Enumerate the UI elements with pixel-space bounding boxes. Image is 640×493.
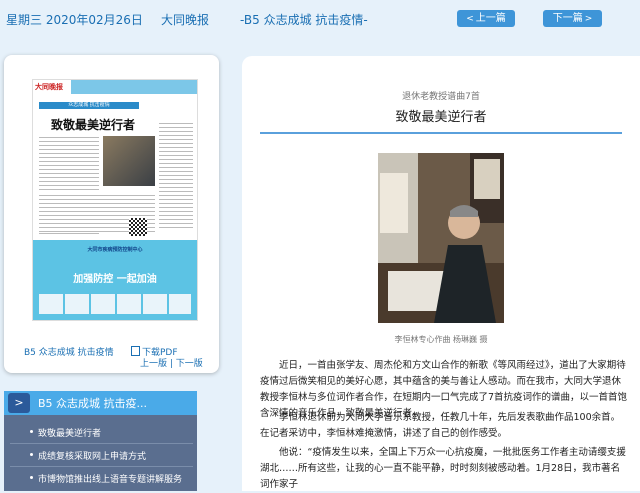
top-bar: 星期三 2020年02月26日 大同晚报 -B5 众志成城 抗击疫情- < 上一篇… [0,0,640,38]
photo-caption: 李恒林专心作曲 杨琳巍 摄 [394,335,488,344]
page-thumbnail-card: 大同晚报 众志成城 抗击疫情 致敬最美逆行者 大同市疾病预防控制中心 加强防控 … [4,55,219,373]
newspaper-name: 大同晚报 [161,13,210,27]
chevron-right-icon: > [8,393,30,413]
qr-code-icon [129,218,147,236]
paper-section-tag: 众志成城 抗击疫情 [39,102,139,109]
paper-logo: 大同晚报 [35,83,63,91]
article-list-header: > B5 众志成城 抗击疫... [4,391,197,415]
article-list-title: B5 众志成城 抗击疫... [38,397,148,410]
list-item[interactable]: 致敬最美逆行者 [29,426,101,439]
prev-article-button[interactable]: < 上一篇 [457,10,515,27]
pdf-icon [131,346,140,356]
article-title: 致敬最美逆行者 [395,110,487,125]
composer-photo-illustration [378,153,504,323]
paper-text-block [159,120,193,230]
list-item[interactable]: 市博物馆推出线上语音专题讲解服务 [29,472,182,485]
paper-photo [103,136,155,186]
article-kicker: 退休老教授谱曲7首 [402,92,480,102]
section-title: -B5 众志成城 抗击疫情- [240,13,368,27]
paper-headline: 致敬最美逆行者 [51,118,136,132]
list-divider [10,443,193,444]
article-paragraph: 他说：“疫情发生以来，全国上下万众一心抗疫魔，一批批医务工作者主动请缨支援湖北…… [260,447,626,490]
article-photo [378,153,504,323]
date-text: 星期三 2020年02月26日 [6,13,143,27]
article-paragraph: 李恒林退休前为大同大学音乐系教授，任教几十年，先后发表歌曲作品100余首。在记者… [260,412,621,439]
list-item[interactable]: 成绩复核采取网上申请方式 [29,449,146,462]
chevron-left-icon: < [466,14,474,24]
paper-advert-images [39,294,191,314]
paper-advert-slogan: 加强防控 一起加油 [73,274,157,285]
list-divider [10,466,193,467]
article-list: > B5 众志成城 抗击疫... 致敬最美逆行者 成绩复核采取网上申请方式 市博… [4,391,197,491]
article-panel: 退休老教授谱曲7首 致敬最美逆行者 李恒林专心作曲 杨琳巍 摄 近日，一首由张学… [242,56,640,491]
next-article-button[interactable]: 下一篇 > [543,10,602,27]
chevron-right-icon: > [584,14,593,24]
page-nav-links[interactable]: 上一版 | 下一版 [140,356,203,369]
title-divider [260,132,622,134]
page-label-link[interactable]: B5 众志成城 抗击疫情 [24,345,114,358]
newspaper-page-thumbnail[interactable]: 大同晚报 众志成城 抗击疫情 致敬最美逆行者 大同市疾病预防控制中心 加强防控 … [32,79,198,321]
paper-advert-org: 大同市疾病预防控制中心 [87,247,143,253]
